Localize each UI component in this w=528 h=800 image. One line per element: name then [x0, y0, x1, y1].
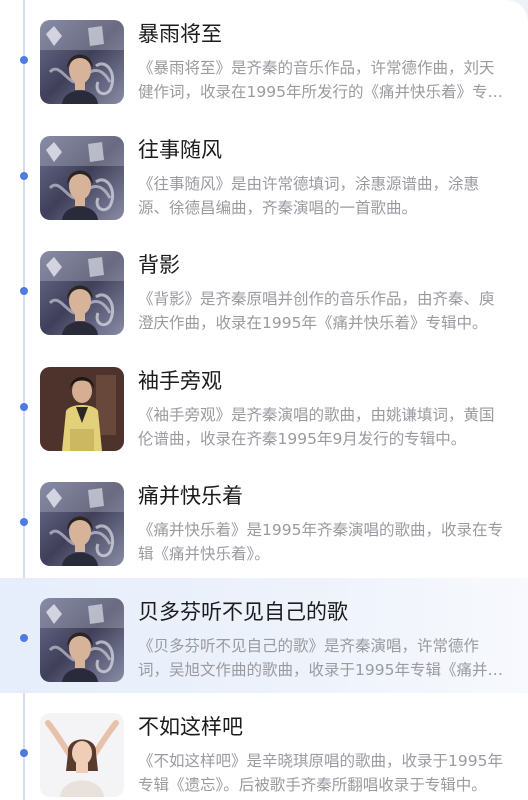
song-list-item[interactable]: 不如这样吧 《不如这样吧》是辛晓琪原唱的歌曲，收录于1995年专辑《遗忘》。后被…	[0, 693, 528, 800]
album-cover-icon[interactable]	[40, 482, 124, 566]
timeline-dot	[20, 171, 28, 180]
song-title: 袖手旁观	[138, 368, 222, 393]
song-title: 不如这样吧	[138, 715, 243, 739]
song-list-item[interactable]: 往事随风 《往事随风》是由许常德填词，涂惠源谱曲，涂惠源、徐德昌编曲，齐秦演唱的…	[0, 116, 528, 232]
song-description: 《贝多芬听不见自己的歌》是齐秦演唱，许常德作词，吴旭文作曲的歌曲，收录于1995…	[138, 636, 503, 679]
timeline-dot	[20, 518, 28, 526]
song-title: 暴雨将至	[138, 22, 222, 46]
song-title: 往事随风	[138, 137, 222, 162]
timeline-dot	[20, 56, 28, 64]
album-cover-icon[interactable]	[40, 20, 124, 104]
timeline-dot	[20, 633, 28, 642]
song-list: 暴雨将至 《暴雨将至》是齐秦的音乐作品，许常德作曲，刘天健作词，收录在1995年…	[0, 0, 528, 800]
song-description: 《痛并快乐着》是1995年齐秦演唱的歌曲，收录在专辑《痛并快乐着》。	[138, 521, 503, 563]
song-description: 《背影》是齐秦原唱并创作的音乐作品，由齐秦、庾澄庆作曲，收录在1995年《痛并快…	[138, 290, 495, 332]
song-timeline-card: 暴雨将至 《暴雨将至》是齐秦的音乐作品，许常德作曲，刘天健作词，收录在1995年…	[0, 0, 528, 800]
song-list-item[interactable]: 痛并快乐着 《痛并快乐着》是1995年齐秦演唱的歌曲，收录在专辑《痛并快乐着》。	[0, 462, 528, 578]
song-description: 《不如这样吧》是辛晓琪原唱的歌曲，收录于1995年专辑《遗忘》。后被歌手齐秦所翻…	[138, 752, 503, 794]
album-cover-icon[interactable]	[40, 135, 124, 220]
timeline-dot	[20, 402, 28, 411]
song-description: 《往事随风》是由许常德填词，涂惠源谱曲，涂惠源、徐德昌编曲，齐秦演唱的一首歌曲。	[138, 174, 480, 217]
song-list-item[interactable]: 袖手旁观 《袖手旁观》是齐秦演唱的歌曲，由姚谦填词，黄国伦谱曲，收录在齐秦199…	[0, 347, 528, 463]
album-cover-icon[interactable]	[40, 597, 124, 682]
song-description: 《暴雨将至》是齐秦的音乐作品，许常德作曲，刘天健作词，收录在1995年所发行的《…	[138, 59, 503, 101]
singer-portrait-icon[interactable]	[40, 713, 124, 797]
song-list-item[interactable]: 背影 《背影》是齐秦原唱并创作的音乐作品，由齐秦、庾澄庆作曲，收录在1995年《…	[0, 231, 528, 347]
song-title: 背影	[138, 253, 180, 277]
song-title: 痛并快乐着	[138, 484, 243, 508]
song-list-item[interactable]: 暴雨将至 《暴雨将至》是齐秦的音乐作品，许常德作曲，刘天健作词，收录在1995年…	[0, 0, 528, 116]
song-title: 贝多芬听不见自己的歌	[138, 599, 348, 624]
timeline-dot	[20, 287, 28, 295]
album-cover-icon[interactable]	[40, 251, 124, 335]
timeline-dot	[20, 749, 28, 757]
song-list-item[interactable]: 贝多芬听不见自己的歌 《贝多芬听不见自己的歌》是齐秦演唱，许常德作词，吴旭文作曲…	[0, 577, 528, 693]
song-description: 《袖手旁观》是齐秦演唱的歌曲，由姚谦填词，黄国伦谱曲，收录在齐秦1995年9月发…	[138, 405, 495, 448]
singer-photo-icon[interactable]	[40, 366, 124, 451]
